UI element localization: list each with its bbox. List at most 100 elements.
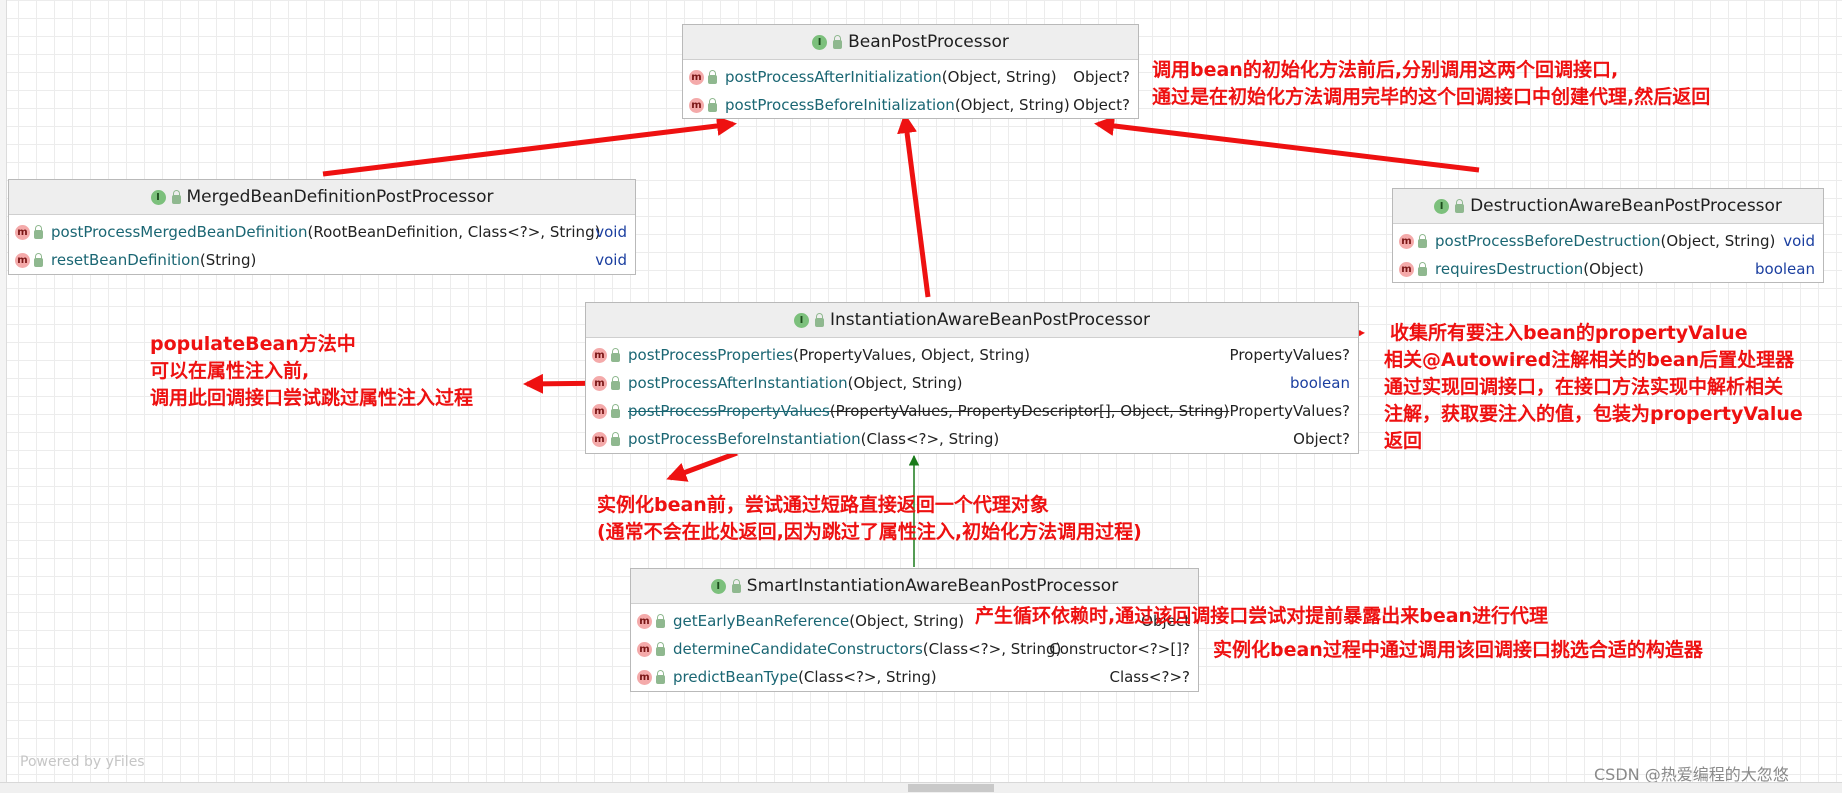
public-icon bbox=[1418, 261, 1427, 276]
smart-instantiation-aware-bean-post-processor-class[interactable]: I SmartInstantiationAwareBeanPostProcess… bbox=[630, 568, 1199, 692]
method-params: (Object, String) bbox=[1660, 232, 1776, 250]
class-name: InstantiationAwareBeanPostProcessor bbox=[830, 310, 1150, 330]
interface-icon: I bbox=[794, 312, 809, 328]
method-name: postProcessPropertyValues bbox=[628, 402, 830, 420]
public-icon bbox=[708, 97, 717, 112]
merged-to-bpp-arrow bbox=[322, 116, 737, 177]
instantiation-to-bpp-arrow bbox=[897, 113, 931, 298]
public-icon bbox=[1455, 198, 1465, 213]
deprecated-method-row[interactable]: m postProcessPropertyValues (PropertyVal… bbox=[586, 397, 1358, 425]
public-icon bbox=[656, 669, 665, 684]
interface-icon: I bbox=[710, 578, 726, 594]
note-bpp-initialization: 调用bean的初始化方法前后,分别调用这两个回调接口, 通过是在初始化方法调用完… bbox=[1152, 57, 1710, 111]
method-icon: m bbox=[689, 69, 704, 85]
public-icon bbox=[656, 613, 665, 628]
method-name: postProcessBeforeInitialization bbox=[725, 96, 955, 114]
note-line: 通过是在初始化方法调用完毕的这个回调接口中创建代理,然后返回 bbox=[1152, 86, 1711, 108]
class-name: SmartInstantiationAwareBeanPostProcessor bbox=[746, 576, 1119, 596]
method-params: (Class<?>, String) bbox=[860, 430, 1000, 448]
method-name: predictBeanType bbox=[673, 668, 799, 686]
method-name: postProcessAfterInstantiation bbox=[628, 374, 848, 392]
merged-bean-definition-post-processor-class[interactable]: I MergedBeanDefinitionPostProcessor m po… bbox=[8, 179, 636, 275]
public-icon bbox=[1418, 233, 1427, 248]
method-row[interactable]: m postProcessBeforeDestruction (Object, … bbox=[1393, 227, 1823, 255]
note-line: 相关@Autowired注解相关的bean后置处理器 bbox=[1384, 349, 1795, 371]
class-header: I MergedBeanDefinitionPostProcessor bbox=[9, 180, 635, 215]
method-row[interactable]: m postProcessAfterInstantiation (Object,… bbox=[586, 369, 1358, 397]
return-type: Constructor<?>[]? bbox=[1049, 640, 1190, 658]
method-icon: m bbox=[689, 97, 704, 113]
note-before-instantiation: 实例化bean前，尝试通过短路直接返回一个代理对象 (通常不会在此处返回,因为跳… bbox=[597, 492, 1142, 546]
method-params: (Class<?>, String) bbox=[798, 668, 937, 686]
class-name: DestructionAwareBeanPostProcessor bbox=[1470, 196, 1782, 216]
class-header: I DestructionAwareBeanPostProcessor bbox=[1393, 189, 1823, 224]
public-icon bbox=[611, 403, 620, 418]
method-row[interactable]: m postProcessAfterInitialization (Object… bbox=[683, 63, 1138, 91]
method-params: (RootBeanDefinition, Class<?>, String) bbox=[307, 223, 601, 241]
method-icon: m bbox=[592, 375, 607, 391]
method-name: resetBeanDefinition bbox=[51, 251, 200, 269]
method-name: postProcessBeforeInstantiation bbox=[628, 430, 861, 448]
method-name: getEarlyBeanReference bbox=[673, 612, 850, 630]
note-line: populateBean方法中 bbox=[150, 333, 356, 355]
public-icon bbox=[34, 224, 43, 239]
note-line: 返回 bbox=[1384, 430, 1423, 452]
note-populate-bean: populateBean方法中 可以在属性注入前, 调用此回调接口尝试跳过属性注… bbox=[150, 331, 473, 412]
public-icon bbox=[171, 189, 181, 204]
public-icon bbox=[656, 641, 665, 656]
method-row[interactable]: m postProcessBeforeInstantiation (Class<… bbox=[586, 425, 1358, 453]
public-icon bbox=[611, 347, 620, 362]
instantiation-aware-bean-post-processor-class[interactable]: I InstantiationAwareBeanPostProcessor m … bbox=[585, 302, 1359, 454]
bean-post-processor-class[interactable]: I BeanPostProcessor m postProcessAfterIn… bbox=[682, 24, 1139, 119]
method-row[interactable]: m postProcessProperties (PropertyValues,… bbox=[586, 341, 1358, 369]
method-icon: m bbox=[637, 613, 652, 629]
method-row[interactable]: m requiresDestruction (Object) boolean bbox=[1393, 255, 1823, 283]
note-line: 通过实现回调接口，在接口方法实现中解析相关 bbox=[1384, 376, 1784, 398]
method-name: postProcessBeforeDestruction bbox=[1435, 232, 1661, 250]
class-name: BeanPostProcessor bbox=[848, 32, 1009, 52]
destruction-aware-bean-post-processor-class[interactable]: I DestructionAwareBeanPostProcessor m po… bbox=[1392, 188, 1824, 283]
method-params: (Class<?>, String) bbox=[922, 640, 1062, 658]
method-icon: m bbox=[1399, 233, 1414, 249]
return-type: void bbox=[1783, 232, 1815, 250]
note-line: 实例化bean前，尝试通过短路直接返回一个代理对象 bbox=[597, 494, 1049, 516]
public-icon bbox=[611, 375, 620, 390]
class-header: I SmartInstantiationAwareBeanPostProcess… bbox=[631, 569, 1198, 604]
note-line: 注解，获取要注入的值，包装为propertyValue bbox=[1384, 403, 1803, 425]
return-type: PropertyValues? bbox=[1229, 346, 1350, 364]
method-icon: m bbox=[637, 669, 652, 685]
note-line: 调用此回调接口尝试跳过属性注入过程 bbox=[150, 387, 474, 409]
method-row[interactable]: m postProcessBeforeInitialization (Objec… bbox=[683, 91, 1138, 119]
left-panel-edge bbox=[0, 0, 7, 792]
return-type: void bbox=[595, 223, 627, 241]
method-row[interactable]: m determineCandidateConstructors (Class<… bbox=[631, 635, 1198, 663]
note-line: 调用bean的初始化方法前后,分别调用这两个回调接口, bbox=[1152, 59, 1619, 81]
public-icon bbox=[815, 312, 824, 327]
method-name: postProcessProperties bbox=[628, 346, 794, 364]
yfiles-watermark: Powered by yFiles bbox=[20, 754, 145, 770]
method-row[interactable]: m resetBeanDefinition (String) void bbox=[9, 246, 635, 274]
method-icon: m bbox=[592, 403, 607, 419]
interface-icon: I bbox=[150, 189, 166, 205]
public-icon bbox=[833, 34, 843, 49]
method-params: (Object, String) bbox=[941, 68, 1057, 86]
method-row[interactable]: m postProcessMergedBeanDefinition (RootB… bbox=[9, 218, 635, 246]
class-name: MergedBeanDefinitionPostProcessor bbox=[186, 187, 494, 207]
public-icon bbox=[731, 578, 741, 593]
return-type: Class<?>? bbox=[1109, 668, 1190, 686]
note-determine-constructors: 实例化bean过程中通过调用该回调接口挑选合适的构造器 bbox=[1213, 639, 1703, 661]
method-row[interactable]: m predictBeanType (Class<?>, String) Cla… bbox=[631, 663, 1198, 691]
method-params: (Object, String) bbox=[849, 612, 965, 630]
scrollbar-thumb[interactable] bbox=[908, 784, 994, 792]
method-name: postProcessMergedBeanDefinition bbox=[51, 223, 308, 241]
class-header: I BeanPostProcessor bbox=[683, 25, 1138, 60]
method-params: (String) bbox=[199, 251, 257, 269]
destruction-to-bpp-arrow bbox=[1094, 115, 1480, 173]
return-type: Object? bbox=[1073, 96, 1130, 114]
return-type: boolean bbox=[1290, 374, 1350, 392]
method-params: (Object, String) bbox=[847, 374, 963, 392]
method-icon: m bbox=[637, 641, 652, 657]
method-params: (Object) bbox=[1583, 260, 1644, 278]
return-type: boolean bbox=[1755, 260, 1815, 278]
public-icon bbox=[34, 252, 43, 267]
